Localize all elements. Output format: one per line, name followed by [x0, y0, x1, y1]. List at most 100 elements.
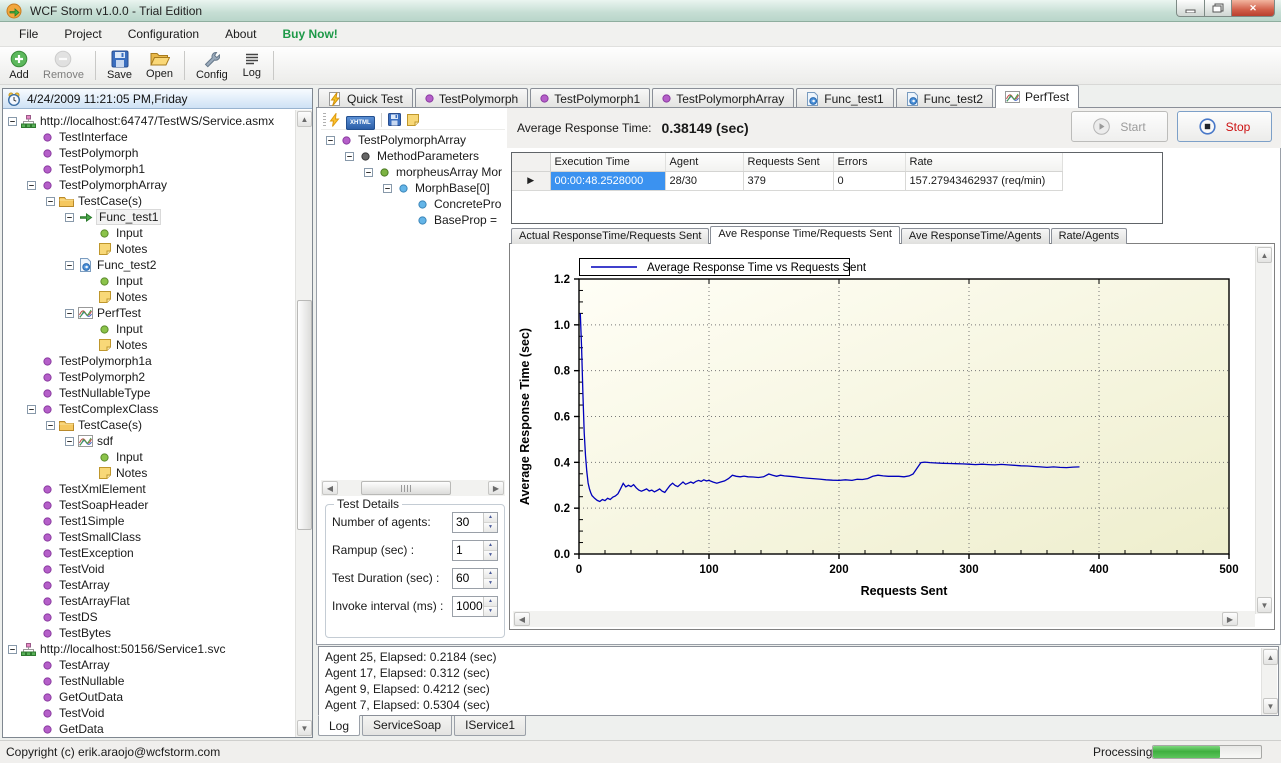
tree-item[interactable]: TestArrayFlat	[3, 593, 295, 609]
menu-item-buy-now[interactable]: Buy Now!	[269, 23, 350, 45]
tree-item[interactable]: TestInterface	[3, 129, 295, 145]
tree-item[interactable]: TestPolymorph1a	[3, 353, 295, 369]
params-horizontal-scrollbar[interactable]: ◀ ▶	[321, 480, 505, 496]
collapse-toggle[interactable]	[46, 421, 55, 430]
tab-perftest[interactable]: PerfTest	[995, 85, 1079, 108]
scroll-right-button[interactable]: ▶	[1222, 612, 1238, 626]
tab-func-test2[interactable]: Func_test2	[896, 88, 993, 108]
spin-down-button[interactable]: ▼	[484, 607, 497, 616]
start-button[interactable]: Start	[1071, 111, 1168, 142]
tree-item[interactable]: TestException	[3, 545, 295, 561]
param-tree-item[interactable]: BaseProp =	[321, 212, 507, 228]
spinner-buttons[interactable]: ▲▼	[483, 569, 497, 588]
column-header-requests-sent[interactable]: Requests Sent	[743, 153, 833, 171]
number-of-agents-input[interactable]: ▲▼	[452, 512, 498, 533]
collapse-toggle[interactable]	[364, 168, 373, 177]
collapse-toggle[interactable]	[27, 181, 36, 190]
menu-item-project[interactable]: Project	[51, 23, 114, 45]
spin-up-button[interactable]: ▲	[484, 541, 497, 551]
add-button[interactable]: Add	[2, 47, 36, 84]
invoke-interval-ms-value[interactable]	[453, 597, 483, 616]
collapse-toggle[interactable]	[345, 152, 354, 161]
close-button[interactable]: ✕	[1232, 0, 1275, 17]
tree-item[interactable]: TestXmlElement	[3, 481, 295, 497]
collapse-toggle[interactable]	[326, 136, 335, 145]
collapse-toggle[interactable]	[65, 213, 74, 222]
bolt-toolbar-button[interactable]	[329, 113, 340, 127]
save-button[interactable]: Save	[100, 47, 139, 84]
scroll-left-button[interactable]: ◀	[514, 612, 530, 626]
number-of-agents-value[interactable]	[453, 513, 483, 532]
maximize-button[interactable]	[1205, 0, 1232, 17]
cell-requests-sent[interactable]: 379	[743, 171, 833, 190]
table-row[interactable]: ▶00:00:48.252800028/303790157.2794346293…	[512, 171, 1062, 190]
scroll-thumb[interactable]	[297, 300, 312, 530]
log-button[interactable]: Log	[235, 47, 269, 84]
scroll-down-button[interactable]: ▼	[1263, 698, 1278, 714]
scroll-up-button[interactable]: ▲	[297, 111, 312, 127]
config-button[interactable]: Config	[189, 47, 235, 84]
tree-item[interactable]: Func_test2	[3, 257, 295, 273]
tree-item[interactable]: TestVoid	[3, 561, 295, 577]
stop-button[interactable]: Stop	[1177, 111, 1272, 142]
spin-down-button[interactable]: ▼	[484, 523, 497, 532]
test-duration-sec-input[interactable]: ▲▼	[452, 568, 498, 589]
collapse-toggle[interactable]	[65, 437, 74, 446]
tree-item[interactable]: TestPolymorph1	[3, 161, 295, 177]
scroll-left-button[interactable]: ◀	[322, 481, 338, 495]
tree-item[interactable]: TestSmallClass	[3, 529, 295, 545]
tree-item[interactable]: TestVoid	[3, 705, 295, 721]
tree-item[interactable]: Test1Simple	[3, 513, 295, 529]
tab-testpolymorph1[interactable]: TestPolymorph1	[530, 88, 650, 108]
tree-item[interactable]: Input	[3, 225, 295, 241]
spinner-buttons[interactable]: ▲▼	[483, 541, 497, 560]
spin-up-button[interactable]: ▲	[484, 597, 497, 607]
chart-tab-ave-response-time-requests-sent[interactable]: Ave Response Time/Requests Sent	[710, 226, 899, 244]
collapse-toggle[interactable]	[46, 197, 55, 206]
chart-horizontal-scrollbar[interactable]: ◀ ▶	[513, 611, 1255, 627]
tree-item[interactable]: sdf	[3, 433, 295, 449]
scroll-down-button[interactable]: ▼	[297, 720, 312, 736]
scroll-right-button[interactable]: ▶	[488, 481, 504, 495]
row-selector[interactable]: ▶	[512, 171, 550, 190]
chart-vertical-scrollbar[interactable]: ▲ ▼	[1255, 246, 1272, 614]
tree-item[interactable]: Notes	[3, 465, 295, 481]
spinner-buttons[interactable]: ▲▼	[483, 513, 497, 532]
scroll-thumb[interactable]	[361, 481, 451, 495]
note-toolbar-button[interactable]	[407, 114, 419, 126]
column-header-rate[interactable]: Rate	[905, 153, 1062, 171]
minimize-button[interactable]	[1176, 0, 1205, 17]
log-tab-servicesoap[interactable]: ServiceSoap	[362, 716, 452, 736]
spinner-buttons[interactable]: ▲▼	[483, 597, 497, 616]
rampup-sec-input[interactable]: ▲▼	[452, 540, 498, 561]
param-tree-item[interactable]: MorphBase[0]	[321, 180, 507, 196]
tree-item[interactable]: TestPolymorphArray	[3, 177, 295, 193]
tree-item[interactable]: GetOutData	[3, 689, 295, 705]
open-button[interactable]: Open	[139, 47, 180, 84]
tree-item[interactable]: Notes	[3, 337, 295, 353]
tree-item[interactable]: TestComplexClass	[3, 401, 295, 417]
column-header-agent[interactable]: Agent	[665, 153, 743, 171]
tree-item[interactable]: Notes	[3, 289, 295, 305]
menu-item-file[interactable]: File	[6, 23, 51, 45]
param-tree-item[interactable]: ConcretePro	[321, 196, 507, 212]
param-tree-item[interactable]: morpheusArray Mor	[321, 164, 507, 180]
collapse-toggle[interactable]	[8, 117, 17, 126]
tree-item[interactable]: Func_test1	[3, 209, 295, 225]
tree-item[interactable]: TestSoapHeader	[3, 497, 295, 513]
cell-errors[interactable]: 0	[833, 171, 905, 190]
chart-tab-actual-responsetime-requests-sent[interactable]: Actual ResponseTime/Requests Sent	[511, 228, 709, 244]
tab-func-test1[interactable]: Func_test1	[796, 88, 893, 108]
cell-agent[interactable]: 28/30	[665, 171, 743, 190]
param-tree-item[interactable]: TestPolymorphArray	[321, 132, 507, 148]
collapse-toggle[interactable]	[65, 261, 74, 270]
tree-item[interactable]: Input	[3, 273, 295, 289]
tree-item[interactable]: Notes	[3, 241, 295, 257]
log-tab-log[interactable]: Log	[318, 715, 360, 736]
scroll-up-button[interactable]: ▲	[1263, 649, 1278, 665]
test-duration-sec-value[interactable]	[453, 569, 483, 588]
column-header-execution-time[interactable]: Execution Time	[550, 153, 665, 171]
spin-down-button[interactable]: ▼	[484, 551, 497, 560]
spin-up-button[interactable]: ▲	[484, 513, 497, 523]
cell-rate[interactable]: 157.27943462937 (req/min)	[905, 171, 1062, 190]
